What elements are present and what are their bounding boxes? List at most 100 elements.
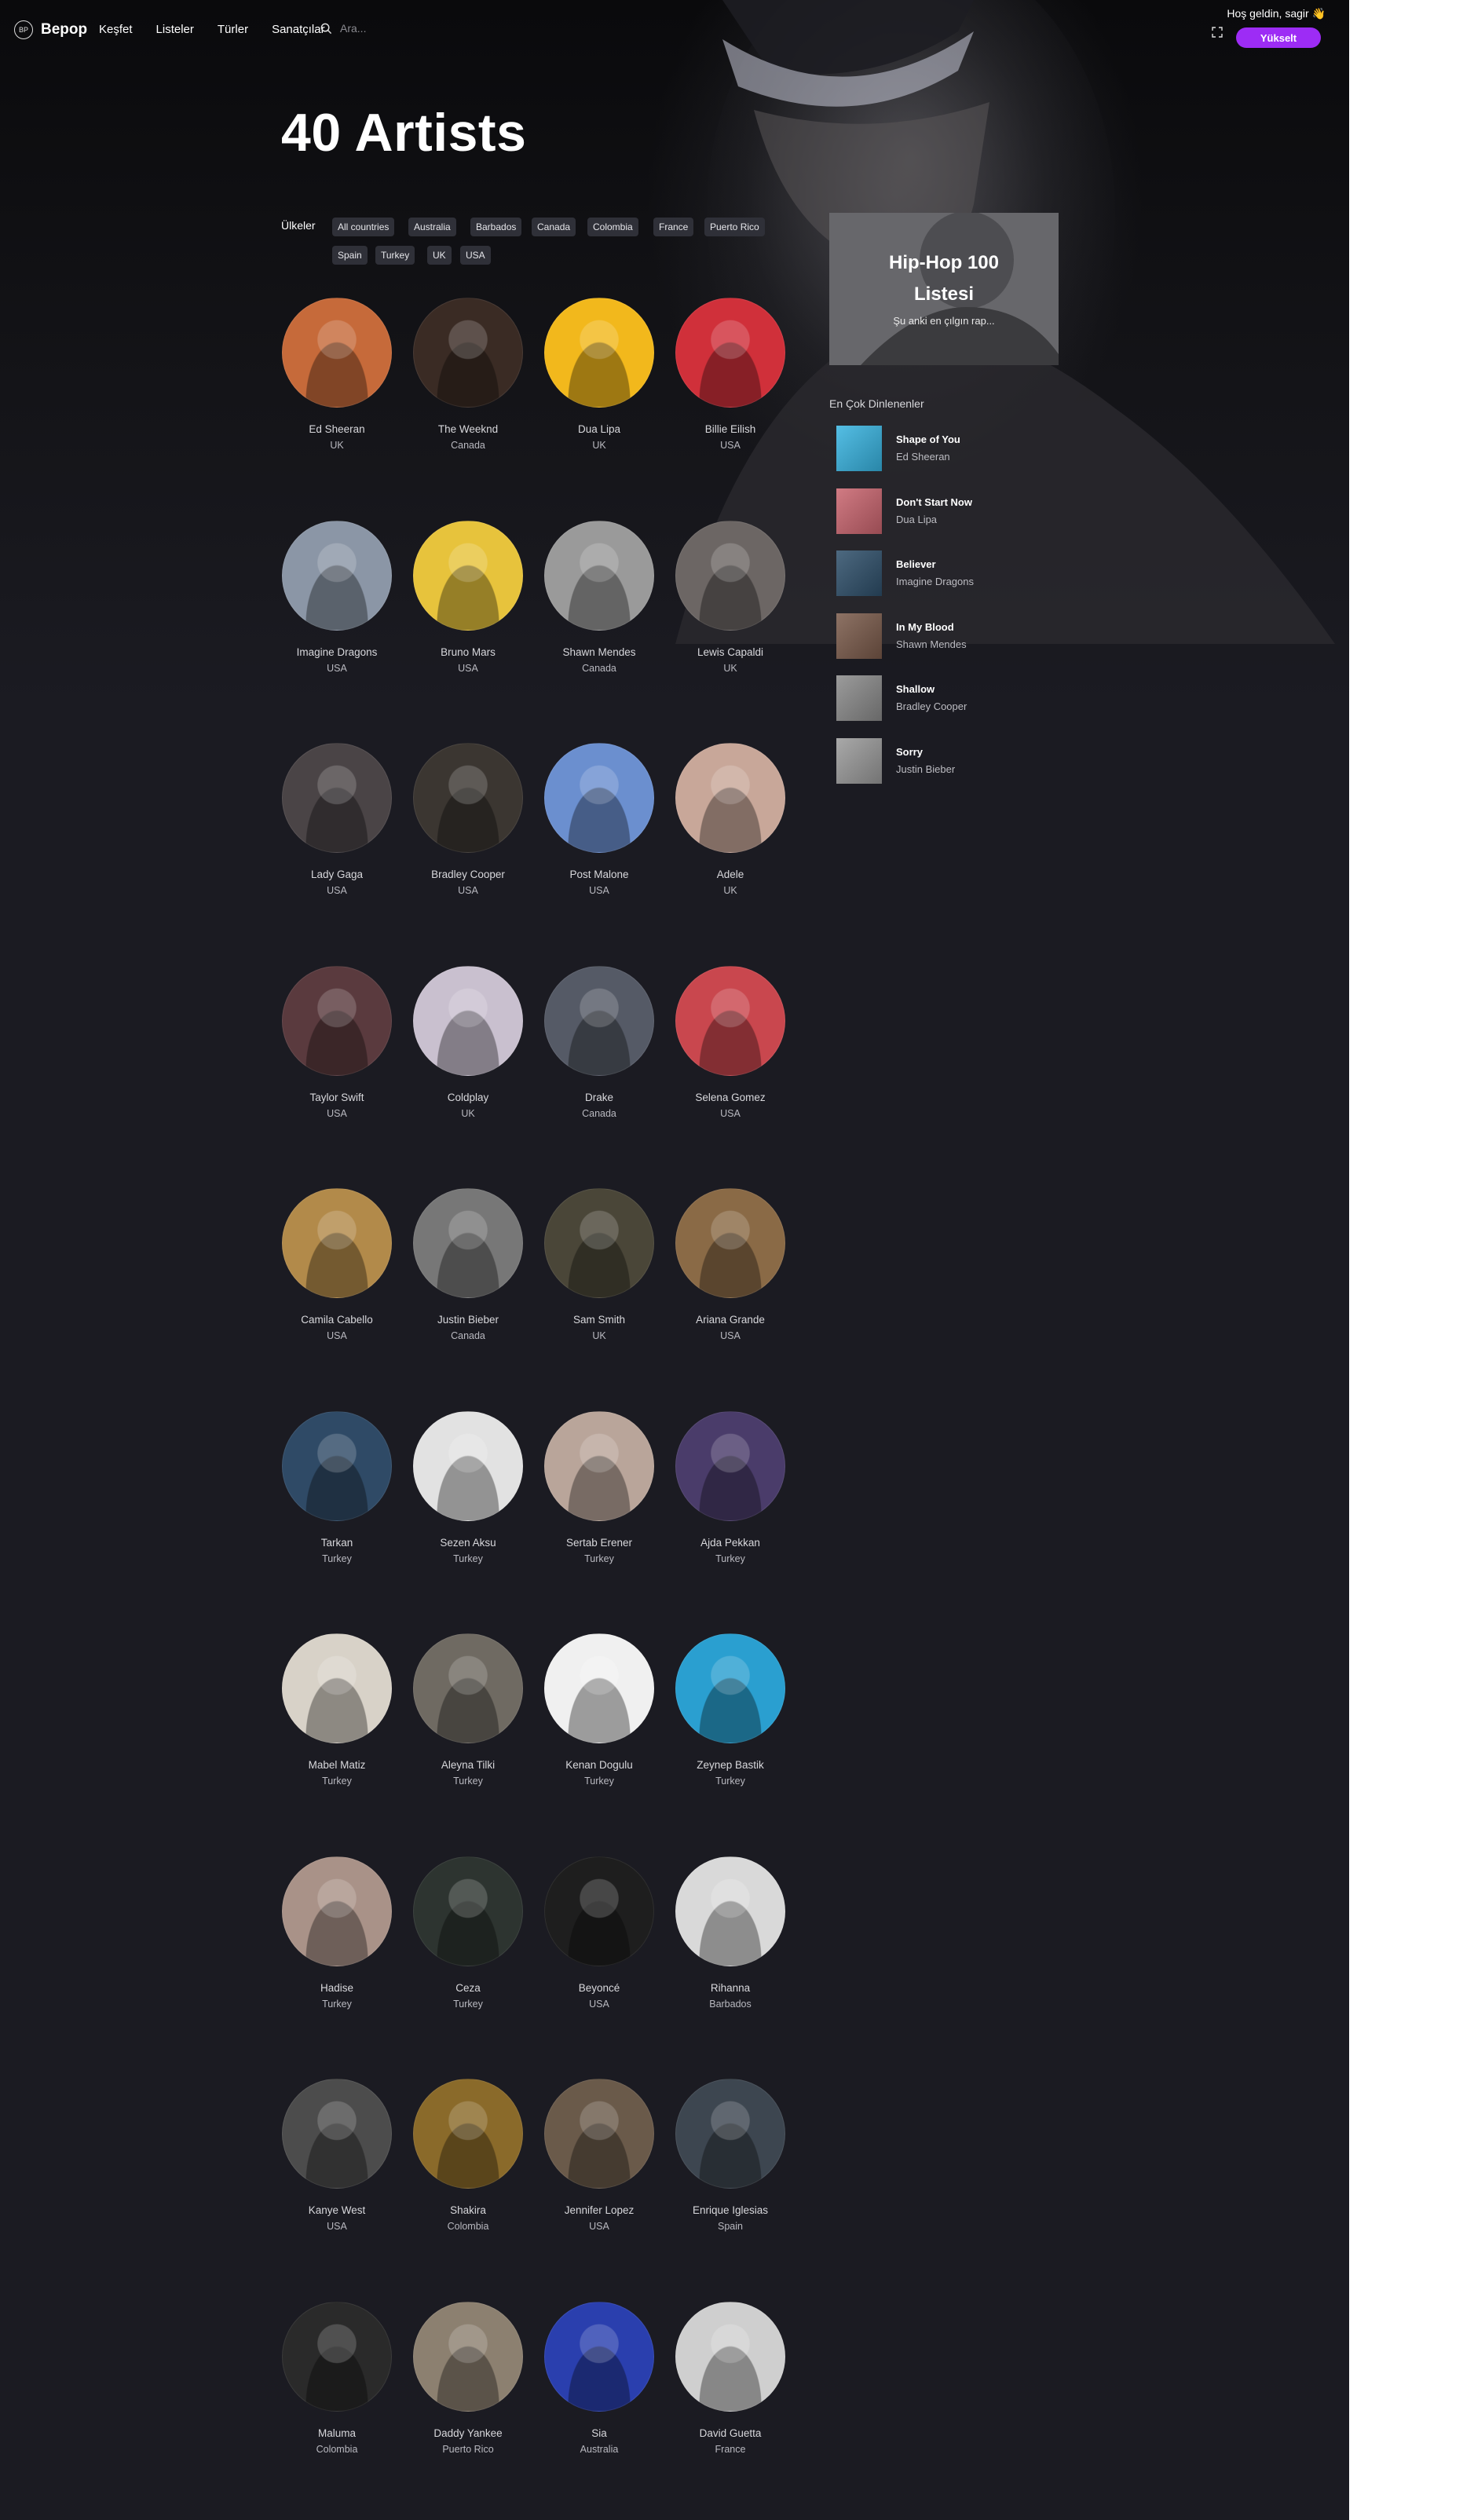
- track-item[interactable]: In My Blood Shawn Mendes: [836, 613, 1064, 662]
- artist-avatar[interactable]: [675, 1411, 785, 1521]
- artist-name[interactable]: Maluma: [282, 2427, 392, 2439]
- artist-card[interactable]: Sertab Erener Turkey: [544, 1411, 654, 1564]
- upgrade-button[interactable]: Yükselt: [1236, 27, 1321, 48]
- artist-avatar[interactable]: [544, 1188, 654, 1298]
- artist-avatar[interactable]: [413, 298, 523, 408]
- artist-name[interactable]: Zeynep Bastik: [675, 1759, 785, 1771]
- artist-name[interactable]: Camila Cabello: [282, 1314, 392, 1326]
- nav-link-discover[interactable]: Keşfet: [99, 23, 133, 36]
- artist-name[interactable]: Imagine Dragons: [282, 646, 392, 658]
- artist-avatar[interactable]: [282, 521, 392, 631]
- artist-name[interactable]: Taylor Swift: [282, 1092, 392, 1103]
- artist-avatar[interactable]: [544, 521, 654, 631]
- artist-card[interactable]: Zeynep Bastik Turkey: [675, 1633, 785, 1787]
- artist-avatar[interactable]: [544, 298, 654, 408]
- artist-card[interactable]: Lady Gaga USA: [282, 743, 392, 896]
- country-chip[interactable]: Turkey: [375, 246, 415, 265]
- artist-avatar[interactable]: [675, 298, 785, 408]
- artist-card[interactable]: Sam Smith UK: [544, 1188, 654, 1341]
- artist-name[interactable]: Enrique Iglesias: [675, 2204, 785, 2216]
- artist-card[interactable]: Ariana Grande USA: [675, 1188, 785, 1341]
- artist-avatar[interactable]: [282, 1633, 392, 1743]
- artist-card[interactable]: Billie Eilish USA: [675, 298, 785, 451]
- artist-avatar[interactable]: [282, 743, 392, 853]
- country-chip[interactable]: All countries: [332, 218, 395, 236]
- artist-avatar[interactable]: [282, 298, 392, 408]
- artist-card[interactable]: Shawn Mendes Canada: [544, 521, 654, 674]
- artist-avatar[interactable]: [282, 1188, 392, 1298]
- artist-name[interactable]: Sertab Erener: [544, 1537, 654, 1549]
- artist-name[interactable]: The Weeknd: [413, 423, 523, 435]
- artist-avatar[interactable]: [413, 743, 523, 853]
- artist-avatar[interactable]: [413, 1188, 523, 1298]
- country-chip[interactable]: Puerto Rico: [704, 218, 765, 236]
- artist-card[interactable]: Kenan Dogulu Turkey: [544, 1633, 654, 1787]
- artist-avatar[interactable]: [675, 521, 785, 631]
- artist-card[interactable]: Tarkan Turkey: [282, 1411, 392, 1564]
- artist-name[interactable]: Ariana Grande: [675, 1314, 785, 1326]
- artist-name[interactable]: Lewis Capaldi: [675, 646, 785, 658]
- artist-name[interactable]: Daddy Yankee: [413, 2427, 523, 2439]
- artist-name[interactable]: Sia: [544, 2427, 654, 2439]
- artist-card[interactable]: Camila Cabello USA: [282, 1188, 392, 1341]
- artist-avatar[interactable]: [413, 966, 523, 1076]
- artist-avatar[interactable]: [282, 2079, 392, 2189]
- artist-avatar[interactable]: [544, 1856, 654, 1966]
- artist-avatar[interactable]: [413, 2302, 523, 2412]
- artist-name[interactable]: Mabel Matiz: [282, 1759, 392, 1771]
- artist-avatar[interactable]: [544, 2079, 654, 2189]
- artist-name[interactable]: Hadise: [282, 1982, 392, 1994]
- artist-name[interactable]: Rihanna: [675, 1982, 785, 1994]
- artist-card[interactable]: Ed Sheeran UK: [282, 298, 392, 451]
- artist-name[interactable]: Dua Lipa: [544, 423, 654, 435]
- artist-avatar[interactable]: [675, 743, 785, 853]
- artist-name[interactable]: Bradley Cooper: [413, 869, 523, 880]
- artist-avatar[interactable]: [675, 2079, 785, 2189]
- artist-avatar[interactable]: [282, 966, 392, 1076]
- nav-link-artists[interactable]: Sanatçılar: [272, 23, 325, 36]
- artist-name[interactable]: Ed Sheeran: [282, 423, 392, 435]
- artist-card[interactable]: The Weeknd Canada: [413, 298, 523, 451]
- artist-name[interactable]: Shawn Mendes: [544, 646, 654, 658]
- nav-link-lists[interactable]: Listeler: [156, 23, 194, 36]
- artist-avatar[interactable]: [413, 1411, 523, 1521]
- artist-card[interactable]: Aleyna Tilki Turkey: [413, 1633, 523, 1787]
- artist-name[interactable]: Sezen Aksu: [413, 1537, 523, 1549]
- artist-name[interactable]: Justin Bieber: [413, 1314, 523, 1326]
- artist-avatar[interactable]: [544, 2302, 654, 2412]
- artist-avatar[interactable]: [282, 2302, 392, 2412]
- artist-avatar[interactable]: [544, 966, 654, 1076]
- country-chip[interactable]: USA: [460, 246, 491, 265]
- country-chip[interactable]: Barbados: [470, 218, 522, 236]
- artist-avatar[interactable]: [282, 1856, 392, 1966]
- brand-logo[interactable]: BP Bepop: [14, 20, 87, 39]
- artist-avatar[interactable]: [413, 1633, 523, 1743]
- artist-avatar[interactable]: [413, 521, 523, 631]
- artist-card[interactable]: Selena Gomez USA: [675, 966, 785, 1119]
- artist-name[interactable]: Bruno Mars: [413, 646, 523, 658]
- artist-name[interactable]: Aleyna Tilki: [413, 1759, 523, 1771]
- country-chip[interactable]: UK: [427, 246, 452, 265]
- artist-card[interactable]: Enrique Iglesias Spain: [675, 2079, 785, 2232]
- artist-name[interactable]: Kenan Dogulu: [544, 1759, 654, 1771]
- nav-link-genres[interactable]: Türler: [218, 23, 248, 36]
- artist-card[interactable]: Imagine Dragons USA: [282, 521, 392, 674]
- artist-card[interactable]: Sezen Aksu Turkey: [413, 1411, 523, 1564]
- country-chip[interactable]: France: [653, 218, 694, 236]
- artist-avatar[interactable]: [675, 2302, 785, 2412]
- artist-card[interactable]: David Guetta France: [675, 2302, 785, 2455]
- artist-card[interactable]: Bradley Cooper USA: [413, 743, 523, 896]
- artist-avatar[interactable]: [675, 1188, 785, 1298]
- artist-name[interactable]: Lady Gaga: [282, 869, 392, 880]
- artist-name[interactable]: Selena Gomez: [675, 1092, 785, 1103]
- country-chip[interactable]: Spain: [332, 246, 368, 265]
- artist-name[interactable]: Adele: [675, 869, 785, 880]
- artist-card[interactable]: Dua Lipa UK: [544, 298, 654, 451]
- artist-card[interactable]: Mabel Matiz Turkey: [282, 1633, 392, 1787]
- artist-name[interactable]: Sam Smith: [544, 1314, 654, 1326]
- artist-name[interactable]: Jennifer Lopez: [544, 2204, 654, 2216]
- track-item[interactable]: Shape of You Ed Sheeran: [836, 426, 1064, 474]
- track-item[interactable]: Sorry Justin Bieber: [836, 737, 1064, 787]
- artist-card[interactable]: Hadise Turkey: [282, 1856, 392, 2010]
- artist-name[interactable]: Tarkan: [282, 1537, 392, 1549]
